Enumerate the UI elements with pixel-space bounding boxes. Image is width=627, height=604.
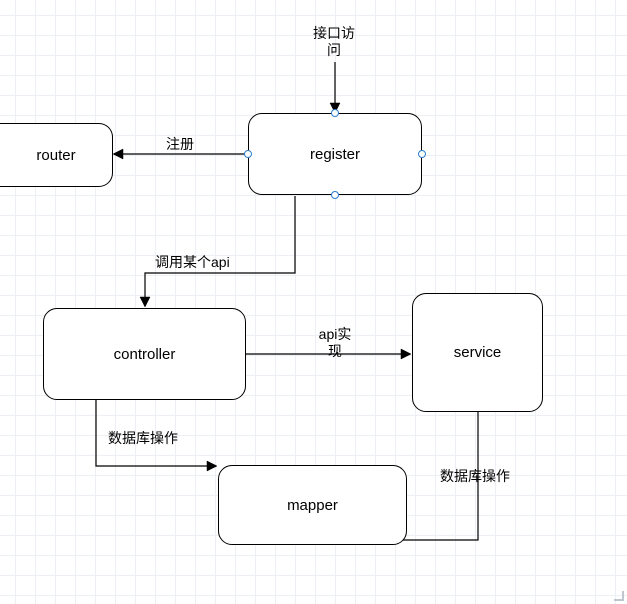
arrow-dbop1	[207, 461, 217, 471]
edge-label-register-text: 注册	[166, 136, 194, 152]
edge-label-dbop2: 数据库操作	[440, 468, 510, 485]
box-service[interactable]: service	[412, 293, 543, 412]
box-controller-label: controller	[114, 346, 176, 363]
edge-label-apiimpl-text: api实 现	[319, 326, 352, 359]
arrow-apiimpl	[401, 349, 411, 359]
box-mapper[interactable]: mapper	[218, 465, 407, 545]
box-router-label: router	[36, 147, 75, 164]
box-register-label: register	[310, 146, 360, 163]
edge-callapi	[145, 196, 295, 300]
edge-label-register: 注册	[166, 136, 194, 153]
resize-grip-icon	[614, 591, 624, 601]
handle-register-bottom[interactable]	[331, 191, 339, 199]
box-router[interactable]: router	[0, 123, 113, 187]
edge-label-callapi: 调用某个api	[155, 254, 230, 271]
edge-label-access: 接口访 问	[309, 25, 359, 59]
edge-label-access-text: 接口访 问	[313, 25, 355, 58]
box-service-label: service	[454, 344, 502, 361]
arrow-register	[113, 149, 123, 159]
edge-label-dbop2-text: 数据库操作	[440, 468, 510, 484]
handle-register-top[interactable]	[331, 109, 339, 117]
edge-label-apiimpl: api实 现	[310, 326, 360, 360]
edge-label-dbop1-text: 数据库操作	[108, 430, 178, 446]
box-mapper-label: mapper	[287, 497, 338, 514]
arrow-callapi	[140, 297, 150, 307]
edge-label-callapi-text: 调用某个api	[155, 254, 230, 270]
edge-label-dbop1: 数据库操作	[108, 430, 178, 447]
box-register[interactable]: register	[248, 113, 422, 195]
diagram-canvas: 接口访 问 注册 调用某个api api实 现 数据库操作 数据库操作 rout…	[0, 0, 627, 604]
handle-register-right[interactable]	[418, 150, 426, 158]
box-controller[interactable]: controller	[43, 308, 246, 400]
handle-register-left[interactable]	[244, 150, 252, 158]
